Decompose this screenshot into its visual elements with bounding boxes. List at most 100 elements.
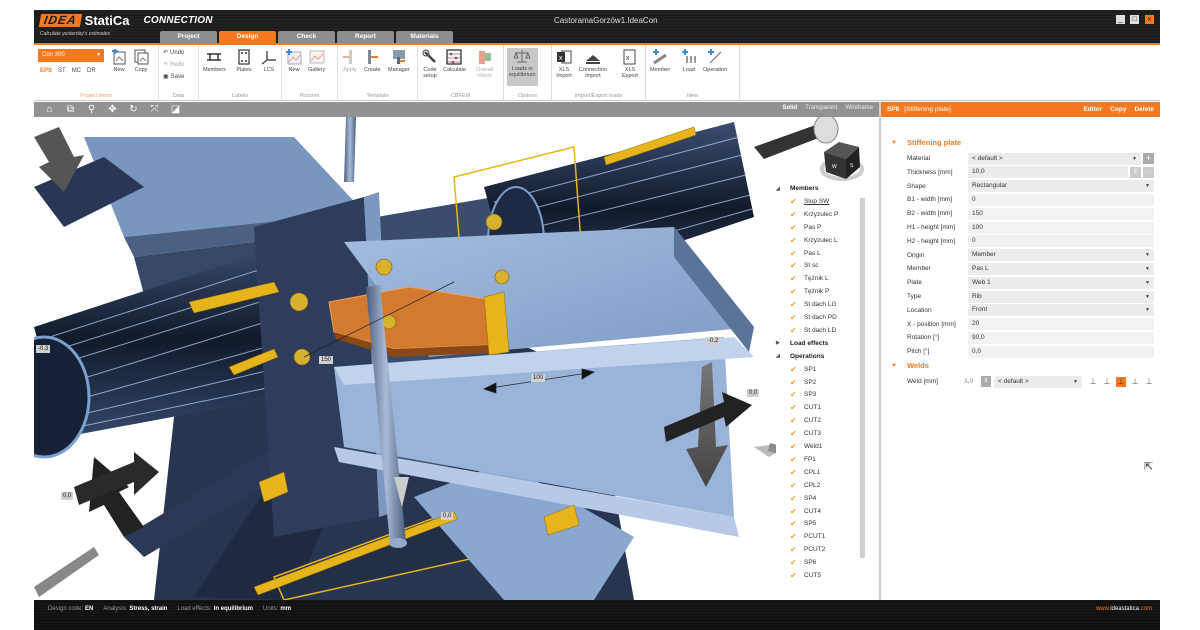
weld-type-1-icon[interactable]: ⊥ [1088, 377, 1098, 387]
new-operation-button[interactable]: Operation [703, 49, 727, 73]
b1-width-mm-field[interactable]: 0 [968, 193, 1154, 206]
h1-height-mm-field[interactable]: 100 [968, 221, 1154, 234]
new-connection-button[interactable]: New [111, 49, 127, 73]
save-button[interactable]: ▣ Save [163, 73, 184, 81]
view-cube[interactable]: W S [820, 142, 864, 181]
checkbox-checked-icon[interactable]: ✔ [790, 545, 804, 554]
checkbox-checked-icon[interactable]: ✔ [790, 403, 804, 412]
checkbox-checked-icon[interactable]: ✔ [790, 287, 804, 296]
section-welds[interactable]: ▼ Welds [891, 361, 929, 370]
tree-item-operation[interactable]: ✔ CPL1 [786, 466, 820, 479]
copy-button[interactable]: Copy [1110, 102, 1126, 117]
checkbox-checked-icon[interactable]: ✔ [790, 571, 804, 580]
checkbox-checked-icon[interactable]: ✔ [790, 519, 804, 528]
checkbox-checked-icon[interactable]: ✔ [790, 532, 804, 541]
code-mc[interactable]: MC [72, 68, 81, 74]
code-setup-button[interactable]: Code setup [422, 49, 438, 79]
tree-item-operation[interactable]: ✔ CUT3 [786, 427, 821, 440]
member-field[interactable]: Pas L [968, 262, 1154, 275]
weld-material-select[interactable]: < default > [994, 375, 1082, 388]
tree-item-operation[interactable]: ✔ CUT1 [786, 401, 821, 414]
tree-item-operation[interactable]: ✔ SP5 [786, 517, 816, 530]
thickness-spinner[interactable]: ⇕ [1130, 166, 1141, 178]
checkbox-checked-icon[interactable]: ✔ [790, 274, 804, 283]
add-material-button[interactable]: + [1143, 153, 1154, 164]
new-picture-button[interactable]: New [286, 49, 302, 73]
tree-item-member[interactable]: ✔ Pas P [786, 221, 821, 234]
tree-item-member[interactable]: ✔ Krzyzulec P [786, 208, 838, 221]
code-st[interactable]: ST [58, 68, 66, 74]
tree-group-operations[interactable]: ◢ Operations [776, 350, 824, 363]
expander-icon[interactable]: ◢ [776, 353, 790, 359]
weld-size-spinner[interactable]: ⇕ [980, 376, 991, 387]
plates-labels-button[interactable]: Plates [236, 49, 252, 73]
checkbox-checked-icon[interactable]: ✔ [790, 365, 804, 374]
xls-export-button[interactable]: x XLS Export [622, 49, 638, 79]
tree-item-operation[interactable]: ✔ SP1 [786, 363, 816, 376]
calculate-button[interactable]: Calculate [443, 49, 466, 73]
plate-field[interactable]: Web 1 [968, 276, 1154, 289]
checkbox-checked-icon[interactable]: ✔ [790, 429, 804, 438]
template-manager-button[interactable]: Manager [388, 49, 410, 73]
loads-in-equilibrium-toggle[interactable]: Loads in equilibrium [507, 48, 538, 86]
type-field[interactable]: Rib [968, 290, 1154, 303]
pan-icon[interactable]: ✥ [106, 103, 119, 116]
tree-item-operation[interactable]: ✔ PCUT2 [786, 543, 825, 556]
tree-item-operation[interactable]: ✔ SP6 [786, 556, 816, 569]
tree-item-member[interactable]: ✔ Tężnik P [786, 285, 829, 298]
members-labels-button[interactable]: Members [203, 49, 226, 73]
render-wireframe[interactable]: Wireframe [845, 105, 873, 111]
tree-item-operation[interactable]: ✔ SP2 [786, 376, 816, 389]
render-solid[interactable]: Solid [783, 105, 798, 111]
tree-item-member[interactable]: ✔ St dach LG [786, 298, 837, 311]
expander-icon[interactable]: ◢ [776, 186, 790, 192]
redo-button[interactable]: ↷ Redo [163, 61, 184, 69]
3d-scene[interactable]: W S [34, 117, 879, 600]
connection-import-button[interactable]: Connection Import [579, 49, 607, 79]
tree-item-operation[interactable]: ✔ CPL2 [786, 479, 820, 492]
weld-type-5-icon[interactable]: ⊥ [1144, 377, 1154, 387]
checkbox-checked-icon[interactable]: ✔ [790, 442, 804, 451]
rotation-field[interactable]: 90,0 [968, 331, 1154, 344]
checkbox-checked-icon[interactable]: ✔ [790, 326, 804, 335]
tree-item-member[interactable]: ✔ St dach PD [786, 311, 837, 324]
tree-item-member[interactable]: ✔ Pas L [786, 247, 821, 260]
tree-item-member[interactable]: ✔ Tężnik L [786, 272, 829, 285]
more-button[interactable]: … [1143, 166, 1154, 178]
tree-item-member[interactable]: ✔ St dach LD [786, 324, 836, 337]
apply-template-button[interactable]: Apply [342, 49, 358, 73]
tab-materials[interactable]: Materials [396, 31, 453, 43]
checkbox-checked-icon[interactable]: ✔ [790, 558, 804, 567]
checkbox-checked-icon[interactable]: ✔ [790, 416, 804, 425]
weld-type-2-icon[interactable]: ⊥ [1102, 377, 1112, 387]
thickness-mm-field[interactable]: 10,0 [968, 166, 1128, 179]
tree-group-load-effects[interactable]: ▶ Load effects [776, 337, 828, 350]
fit-icon[interactable]: ⤧ [148, 103, 161, 116]
tree-item-operation[interactable]: ✔ FP1 [786, 453, 816, 466]
weld-type-3-icon[interactable]: ⊥ [1116, 376, 1126, 387]
checkbox-checked-icon[interactable]: ✔ [790, 300, 804, 309]
checkbox-checked-icon[interactable]: ✔ [790, 261, 804, 270]
undo-button[interactable]: ↶ Undo [163, 49, 184, 57]
new-load-button[interactable]: Load [681, 49, 697, 73]
checkbox-checked-icon[interactable]: ✔ [790, 236, 804, 245]
xls-import-button[interactable]: x XLS Import [556, 49, 572, 79]
checkbox-checked-icon[interactable]: ✔ [790, 507, 804, 516]
code-dr[interactable]: DR [87, 68, 96, 74]
shape-field[interactable]: Rectangular [968, 180, 1154, 193]
checkbox-checked-icon[interactable]: ✔ [790, 197, 804, 206]
close-button[interactable]: x [1145, 15, 1154, 24]
tree-item-operation[interactable]: ✔ PCUT1 [786, 530, 825, 543]
new-member-button[interactable]: Member [650, 49, 670, 73]
maximize-button[interactable]: □ [1130, 15, 1139, 24]
h2-height-mm-field[interactable]: 0 [968, 235, 1154, 248]
checkbox-checked-icon[interactable]: ✔ [790, 468, 804, 477]
location-field[interactable]: Front [968, 304, 1154, 317]
checkbox-checked-icon[interactable]: ✔ [790, 249, 804, 258]
checkbox-checked-icon[interactable]: ✔ [790, 481, 804, 490]
create-template-button[interactable]: Create [364, 49, 381, 73]
checkbox-checked-icon[interactable]: ✔ [790, 210, 804, 219]
origin-field[interactable]: Member [968, 249, 1154, 262]
tree-item-operation[interactable]: ✔ SP3 [786, 388, 816, 401]
copy-connection-button[interactable]: Copy [133, 49, 149, 73]
